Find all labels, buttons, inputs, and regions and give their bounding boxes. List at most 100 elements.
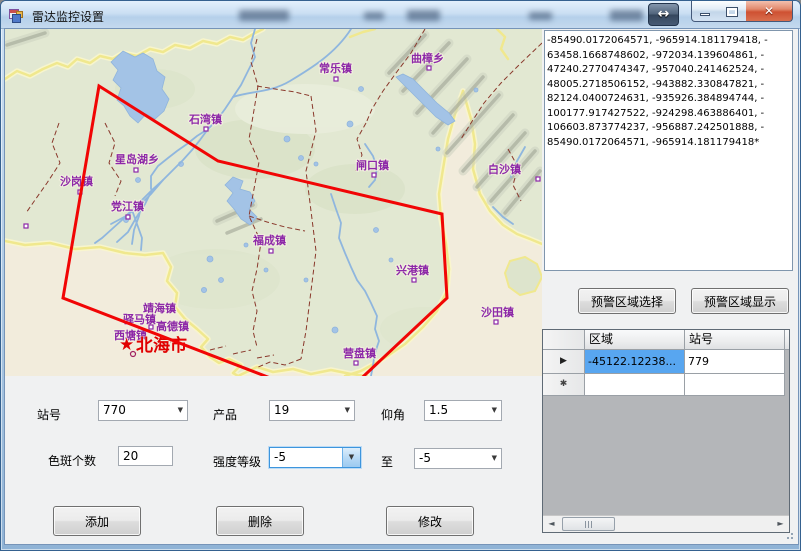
intensity-to-value: -5 <box>419 451 431 465</box>
coordinate-line: -85490.0172064571, -965914.181179418, - <box>547 34 790 49</box>
add-button[interactable]: 添加 <box>53 506 141 536</box>
town-label: 白沙镇 <box>488 162 521 176</box>
town-label: 营盘镇 <box>343 346 376 360</box>
city-label: 北海市 <box>136 335 187 356</box>
town-label: 高德镇 <box>156 319 189 333</box>
minimize-icon <box>700 13 710 16</box>
grid-new-cell-area[interactable] <box>585 374 685 396</box>
elevation-label: 仰角 <box>381 406 405 423</box>
town-marker <box>372 173 376 177</box>
town-marker <box>269 249 273 253</box>
chevron-down-icon: ▼ <box>342 448 360 467</box>
delete-button[interactable]: 删除 <box>216 506 304 536</box>
product-value: 19 <box>274 403 289 417</box>
town-marker <box>134 168 138 172</box>
town-label: 沙岗镇 <box>60 174 93 188</box>
town-marker <box>149 325 153 329</box>
titlebar[interactable]: 雷达监控设置 ↔ ✕ <box>1 1 801 29</box>
product-label: 产品 <box>213 406 237 423</box>
grid-header-area[interactable]: 区域 <box>585 330 685 350</box>
town-label: 兴港镇 <box>396 263 429 277</box>
modify-button[interactable]: 修改 <box>386 506 474 536</box>
coordinate-line: 82124.0400724631, -935926.384894744, - <box>547 92 790 107</box>
grid-new-row-header[interactable]: ✱ <box>543 374 585 396</box>
station-value: 770 <box>103 403 126 417</box>
coordinate-line: 47240.2770474347, -957040.241462524, - <box>547 63 790 78</box>
grid-row-header[interactable]: ▶ <box>543 350 585 374</box>
town-label: 石湾镇 <box>188 112 222 126</box>
station-combobox[interactable]: 770 ▼ <box>98 400 188 421</box>
coordinates-textbox[interactable]: -85490.0172064571, -965914.181179418, -6… <box>544 30 793 271</box>
redacted-text <box>529 12 552 20</box>
chevron-down-icon: ▼ <box>345 401 350 420</box>
region-data-grid[interactable]: 区域 站号 ▶ -45122.12238... 779 ✱ ◄ ► <box>542 329 790 533</box>
redacted-text <box>364 12 384 20</box>
coordinate-line: 106603.873774237, -956887.242501888, - <box>547 121 790 136</box>
app-icon <box>9 7 25 23</box>
redacted-text <box>610 10 643 21</box>
town-marker <box>126 215 130 219</box>
elevation-value: 1.5 <box>429 403 448 417</box>
maximize-button[interactable] <box>718 1 747 22</box>
current-row-icon: ▶ <box>560 356 567 366</box>
intensity-combobox[interactable]: -5 ▼ <box>269 447 361 468</box>
town-label: 曲樟乡 <box>411 51 444 65</box>
town-marker <box>494 320 498 324</box>
scrollbar-thumb[interactable] <box>562 517 615 531</box>
city-label-group: ★ 北海市 <box>119 335 187 357</box>
intensity-label: 强度等级 <box>213 453 261 470</box>
station-label: 站号 <box>37 406 61 423</box>
client-area: 沙岗镇星岛湖乡石湾镇党江镇常乐镇曲樟乡闸口镇白沙镇福成镇兴港镇沙田镇营盘镇靖海镇… <box>5 29 798 544</box>
window-title: 雷达监控设置 <box>32 8 104 25</box>
redacted-text <box>239 10 289 21</box>
coordinate-line: 48005.2718506152, -943882.330847821, - <box>547 78 790 93</box>
coordinate-line: 100177.917427522, -924298.463886401, - <box>547 107 790 122</box>
warning-area-display-button[interactable]: 预警区域显示 <box>691 288 789 314</box>
grid-cell-area[interactable]: -45122.12238... <box>585 350 685 374</box>
scroll-left-icon[interactable]: ◄ <box>543 516 560 532</box>
chevron-down-icon: ▼ <box>492 401 497 420</box>
town-marker <box>354 361 358 365</box>
intensity-value: -5 <box>274 450 286 464</box>
warning-area-select-button[interactable]: 预警区域选择 <box>578 288 676 314</box>
town-label: 闸口镇 <box>356 158 389 172</box>
grid-header-station[interactable]: 站号 <box>685 330 785 350</box>
town-label: 沙田镇 <box>481 305 514 319</box>
minimize-button[interactable] <box>691 1 719 22</box>
grid-new-cell-station[interactable] <box>685 374 785 396</box>
spot-count-value: 20 <box>123 449 138 463</box>
scroll-right-icon[interactable]: ► <box>772 516 789 532</box>
chevron-down-icon: ▼ <box>178 401 183 420</box>
resize-arrows-icon: ↔ <box>658 6 670 22</box>
grid-header-filler <box>785 330 789 350</box>
town-marker <box>334 77 338 81</box>
town-label: 常乐镇 <box>319 61 352 75</box>
town-label: 星岛湖乡 <box>115 152 159 166</box>
intensity-to-combobox[interactable]: -5 ▼ <box>414 448 502 469</box>
grid-corner-cell <box>543 330 585 350</box>
close-icon: ✕ <box>764 4 774 18</box>
elevation-combobox[interactable]: 1.5 ▼ <box>424 400 502 421</box>
chevron-down-icon: ▼ <box>492 449 497 468</box>
to-label: 至 <box>381 453 393 470</box>
window: 雷达监控设置 ↔ ✕ <box>0 0 801 551</box>
grid-cell-station[interactable]: 779 <box>685 350 785 374</box>
coordinate-line: 63458.1668748602, -972034.139604861, - <box>547 49 790 64</box>
map-canvas[interactable]: 沙岗镇星岛湖乡石湾镇党江镇常乐镇曲樟乡闸口镇白沙镇福成镇兴港镇沙田镇营盘镇靖海镇… <box>5 29 542 376</box>
product-combobox[interactable]: 19 ▼ <box>269 400 355 421</box>
resize-window-button[interactable]: ↔ <box>648 3 679 26</box>
town-marker <box>412 278 416 282</box>
town-label: 党江镇 <box>111 199 144 213</box>
coordinate-line: 85490.0172064571, -965914.181179418* <box>547 136 790 151</box>
grid-horizontal-scrollbar[interactable]: ◄ ► <box>543 515 789 532</box>
spot-count-input[interactable]: 20 <box>118 446 173 466</box>
maximize-icon <box>727 8 737 16</box>
town-label: 福成镇 <box>252 233 286 247</box>
town-marker <box>427 66 431 70</box>
town-marker <box>24 224 28 228</box>
spot-count-label: 色斑个数 <box>48 452 96 469</box>
close-button[interactable]: ✕ <box>746 1 793 22</box>
redacted-text <box>407 10 440 21</box>
new-row-icon: ✱ <box>560 379 568 389</box>
town-marker <box>204 127 208 131</box>
